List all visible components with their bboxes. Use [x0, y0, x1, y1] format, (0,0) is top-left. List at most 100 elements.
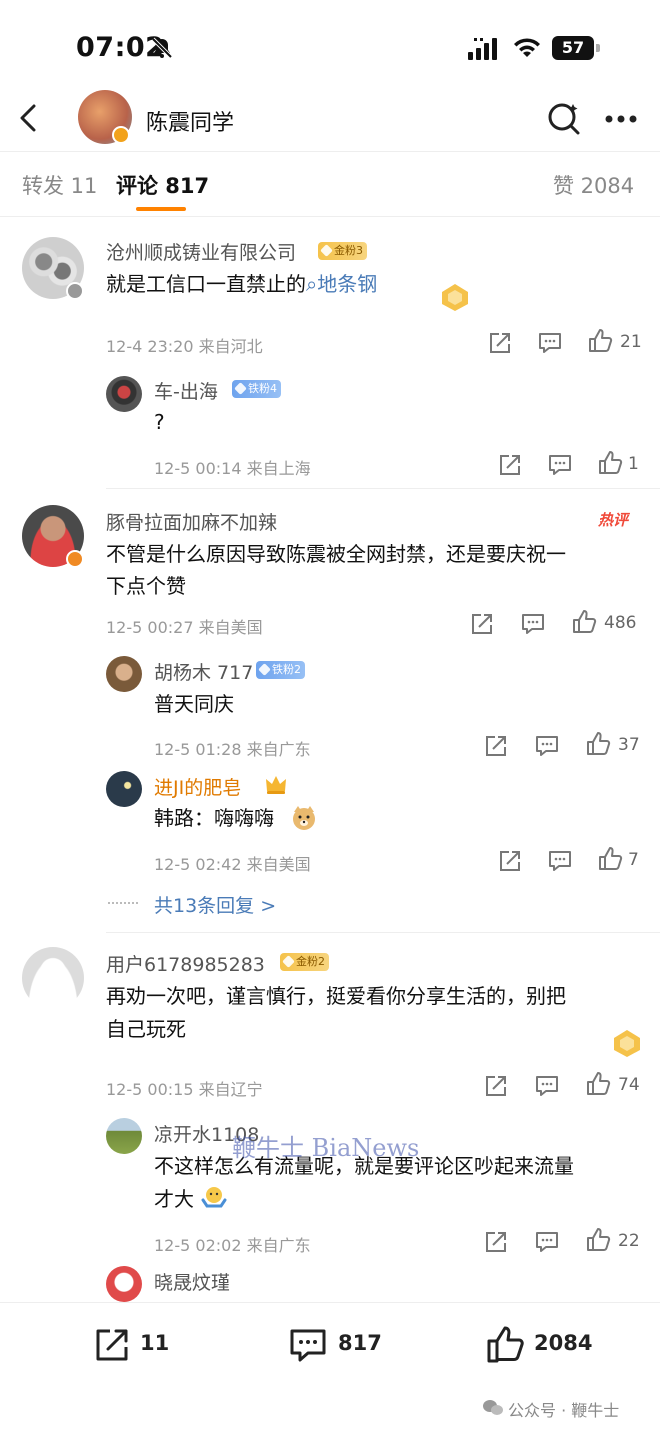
reply-username[interactable]: 进JI的肥皂 — [154, 773, 241, 800]
tab-comments[interactable]: 评论 817 — [116, 170, 209, 200]
like-icon[interactable] — [587, 328, 613, 354]
reply-meta: 12-5 00:14 来自上海 — [154, 459, 311, 478]
comment-text: 再劝一次吧，谨言慎行，挺爱看你分享生活的，别把 — [106, 984, 566, 1008]
verified-badge-icon — [112, 126, 130, 144]
like-icon[interactable] — [585, 731, 611, 757]
fan-badge: 金粉2 — [280, 953, 329, 971]
shrug-emoji-icon — [201, 1187, 227, 1208]
like-icon[interactable] — [585, 1071, 611, 1097]
member-badge-icon — [66, 550, 84, 568]
search-link-icon: ⌕ — [306, 272, 318, 296]
avatar[interactable] — [22, 947, 84, 1009]
comment-meta: 12-5 00:27 来自美国 — [106, 618, 263, 637]
nav-header: 陈震同学 — [0, 88, 660, 150]
comment-text-line2: 下点个赞 — [106, 574, 186, 598]
reply-icon[interactable] — [534, 733, 560, 759]
more-replies-link[interactable]: 共13条回复 > — [154, 891, 276, 918]
like-count[interactable]: 2084 — [534, 1331, 592, 1355]
battery-icon: 57 — [552, 36, 600, 60]
like-count: 37 — [618, 735, 640, 755]
more-options-icon[interactable] — [604, 114, 638, 124]
reply-username[interactable]: 车-出海 — [154, 377, 218, 404]
tab-bar: 转发 11 评论 817 赞 2084 — [0, 152, 660, 216]
comment-icon[interactable] — [288, 1325, 328, 1365]
reply-meta: 12-5 02:02 来自广东 — [154, 1236, 311, 1255]
avatar[interactable] — [106, 656, 142, 692]
reply-icon[interactable] — [547, 848, 573, 874]
like-icon[interactable] — [571, 609, 597, 635]
like-icon[interactable] — [585, 1227, 611, 1253]
share-icon[interactable] — [497, 452, 523, 478]
reply-icon[interactable] — [534, 1229, 560, 1255]
tab-likes[interactable]: 赞 2084 — [553, 170, 634, 200]
wifi-icon — [514, 38, 540, 57]
reply-text: 普天同庆 — [154, 692, 234, 716]
reply-username[interactable]: 胡杨木 717 — [154, 658, 253, 685]
avatar[interactable] — [106, 771, 142, 807]
like-icon[interactable] — [597, 846, 623, 872]
share-icon[interactable] — [483, 1229, 509, 1255]
comment-text: 就是工信口一直禁止的⌕地条钢 — [106, 268, 377, 301]
tab-repost[interactable]: 转发 11 — [22, 170, 97, 200]
status-bar: 07:02 57 — [0, 0, 660, 90]
reply-text: 韩路：嗨嗨嗨 — [154, 806, 274, 830]
like-icon[interactable] — [486, 1325, 526, 1365]
reply-text: ? — [154, 410, 165, 434]
share-icon[interactable] — [469, 611, 495, 637]
share-icon[interactable] — [483, 1073, 509, 1099]
avatar[interactable] — [106, 1118, 142, 1154]
reply-icon[interactable] — [534, 1073, 560, 1099]
hot-comment-label: 热评 — [598, 511, 629, 529]
avatar[interactable] — [106, 1266, 142, 1302]
crown-badge-icon — [266, 776, 286, 794]
topic-link[interactable]: 地条钢 — [317, 272, 377, 296]
like-count: 7 — [628, 850, 639, 870]
wechat-watermark: 公众号 · 鞭牛士 — [508, 1401, 620, 1420]
reply-text-line2: 才大 — [154, 1187, 194, 1211]
comment-text: 不管是什么原因导致陈震被全网封禁，还是要庆祝一 — [106, 542, 566, 566]
fan-badge: 铁粉4 — [232, 380, 281, 398]
like-count: 22 — [618, 1231, 640, 1251]
search-icon[interactable] — [546, 100, 582, 136]
share-icon[interactable] — [487, 330, 513, 356]
reply-icon[interactable] — [537, 330, 563, 356]
page-title[interactable]: 陈震同学 — [146, 105, 234, 137]
back-arrow-icon[interactable] — [16, 102, 40, 134]
reply-username[interactable]: 晓晟炆瑾 — [154, 1268, 230, 1295]
comment-count[interactable]: 817 — [338, 1331, 382, 1355]
comment-username[interactable]: 豚骨拉面加麻不加辣 — [106, 508, 277, 535]
bell-muted-icon — [151, 37, 173, 59]
doge-emoji-icon — [293, 806, 315, 830]
reply-icon[interactable] — [520, 611, 546, 637]
wechat-icon — [483, 1400, 503, 1415]
gold-medal-icon — [442, 284, 468, 311]
comment-username[interactable]: 用户6178985283 — [106, 950, 265, 977]
battery-level: 57 — [552, 36, 594, 60]
avatar[interactable] — [106, 376, 142, 412]
repost-icon[interactable] — [92, 1325, 132, 1365]
bottom-action-bar: 11 817 2084 公众号 · 鞭牛士 — [0, 1302, 660, 1434]
fan-badge: 铁粉2 — [256, 661, 305, 679]
comment-text-main: 就是工信口一直禁止的 — [106, 272, 306, 296]
reply-icon[interactable] — [547, 452, 573, 478]
overlay-watermark: 鞭牛士 BiaNews — [232, 1134, 420, 1162]
like-icon[interactable] — [597, 450, 623, 476]
reply-meta: 12-5 01:28 来自广东 — [154, 740, 311, 759]
comment-meta: 12-5 00:15 来自辽宁 — [106, 1080, 263, 1099]
fan-badge: 金粉3 — [318, 242, 367, 260]
reply-meta: 12-5 02:42 来自美国 — [154, 855, 311, 874]
comment-divider — [106, 488, 660, 489]
share-icon[interactable] — [497, 848, 523, 874]
like-count: 74 — [618, 1075, 640, 1095]
comment-username[interactable]: 沧州顺成铸业有限公司 — [106, 238, 296, 265]
gold-medal-icon — [614, 1030, 640, 1057]
like-count: 21 — [620, 332, 642, 352]
cellular-signal-icon — [468, 38, 497, 60]
comment-divider — [106, 932, 660, 933]
more-replies-lead — [108, 902, 138, 904]
like-count: 1 — [628, 454, 639, 474]
share-icon[interactable] — [483, 733, 509, 759]
active-tab-indicator — [136, 207, 186, 211]
like-count: 486 — [604, 613, 637, 633]
repost-count[interactable]: 11 — [140, 1331, 169, 1355]
